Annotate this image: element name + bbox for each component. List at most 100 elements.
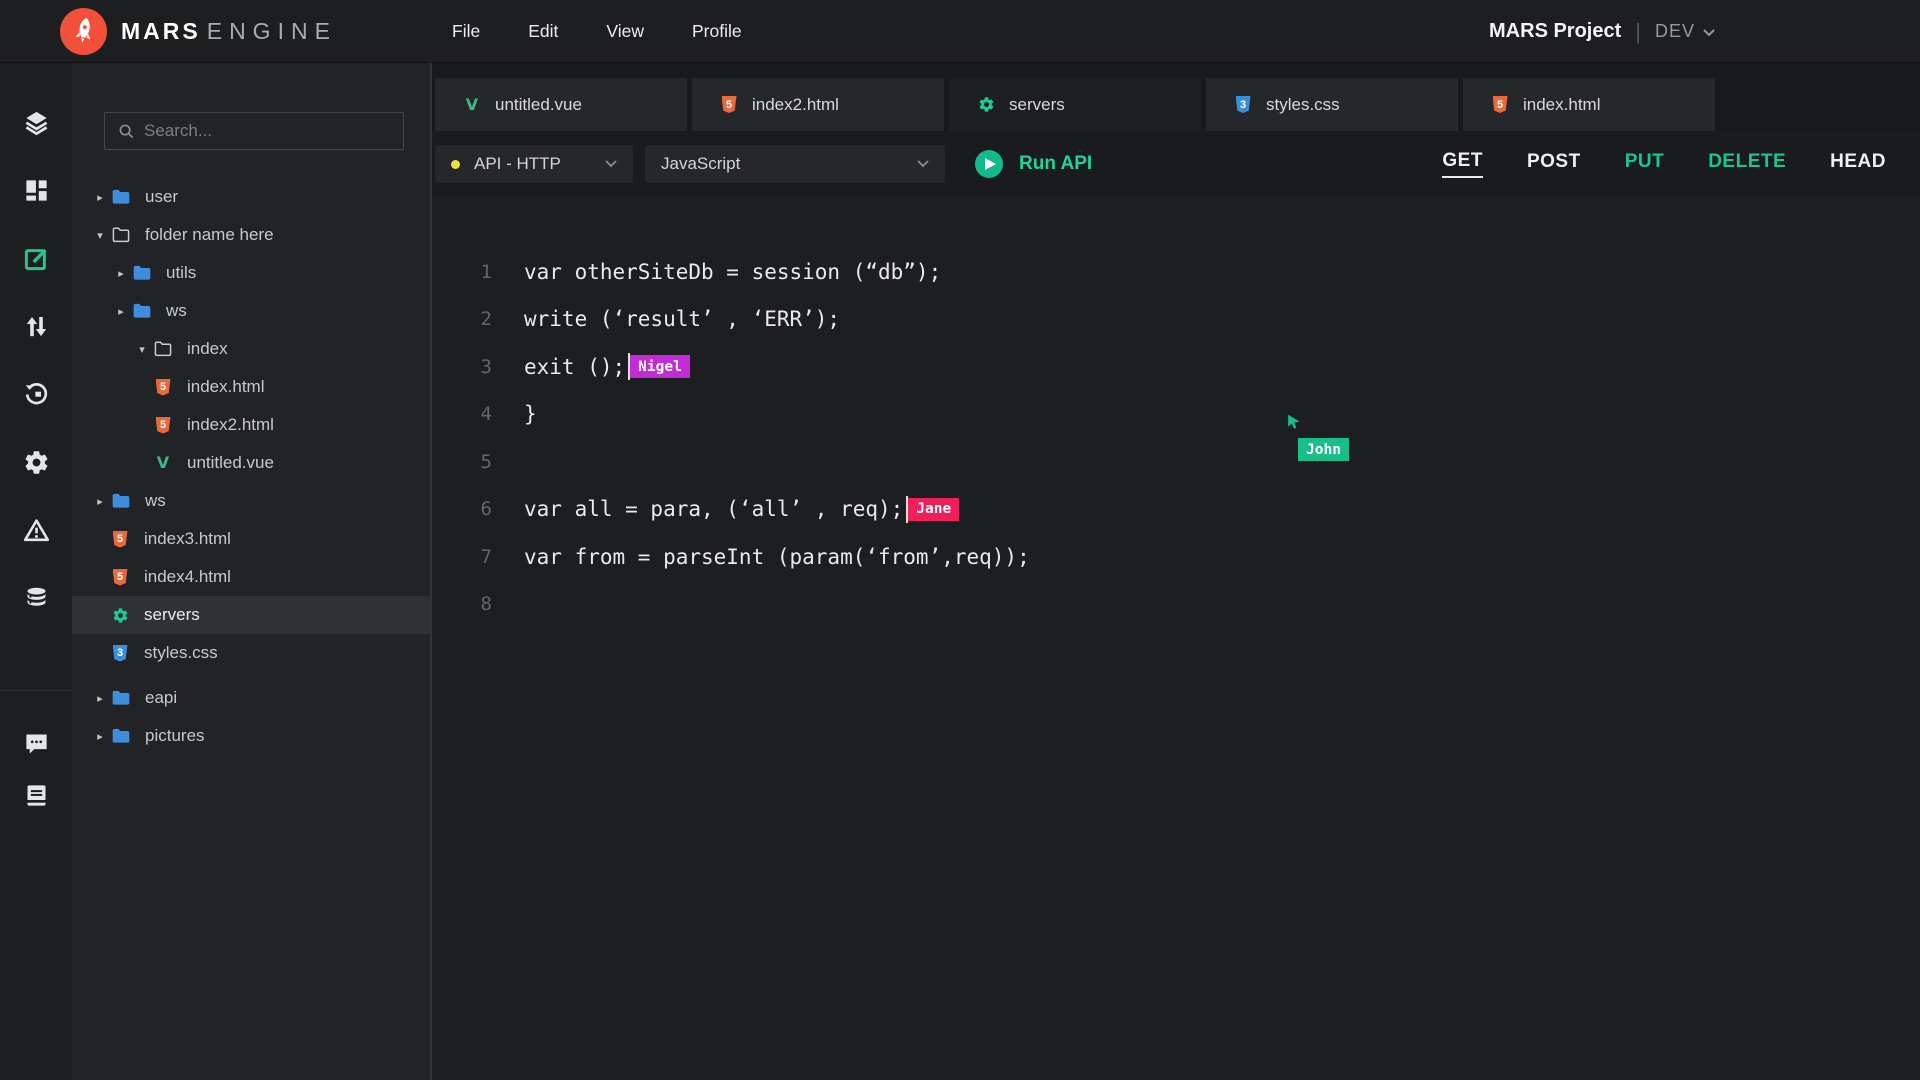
folder-icon [132, 263, 152, 283]
tree-item-index4-html[interactable]: 5 index4.html [72, 558, 430, 596]
gear-icon [977, 96, 995, 114]
tree-item-label: index3.html [144, 529, 231, 549]
chevron-right-icon: ▸ [93, 692, 107, 705]
chevron-down-icon: ▾ [135, 343, 149, 356]
method-put[interactable]: PUT [1625, 151, 1665, 177]
tree-item-folder-name-here[interactable]: ▾ folder name here [72, 216, 430, 254]
html5-icon: 5 [110, 567, 130, 587]
menu-file[interactable]: File [452, 21, 480, 42]
tree-item-index3-html[interactable]: 5 index3.html [72, 520, 430, 558]
search-input[interactable] [144, 121, 384, 141]
chat-icon[interactable] [0, 723, 72, 763]
tab-styles-css[interactable]: 3 styles.css [1206, 78, 1458, 131]
tree-item-label: eapi [145, 688, 177, 708]
project-info: MARS Project | DEV [1489, 0, 1715, 63]
tree-item-label: index2.html [187, 415, 274, 435]
code-line: 6 var all = para, (‘all’ , req); Jane [432, 486, 1920, 534]
vue-icon: V [153, 453, 173, 473]
gear-icon [110, 605, 130, 625]
docs-icon[interactable] [0, 775, 72, 815]
tree-item-styles-css[interactable]: 3 styles.css [72, 634, 430, 672]
history-icon[interactable] [0, 360, 72, 428]
tree-item-ws[interactable]: ▸ ws [72, 482, 430, 520]
language-value: JavaScript [661, 154, 917, 174]
tree-item-index2-html[interactable]: 5 index2.html [72, 406, 430, 444]
layers-icon[interactable] [0, 88, 72, 156]
folder-icon [111, 688, 131, 708]
menu-bar: File Edit View Profile [452, 0, 742, 63]
menu-profile[interactable]: Profile [692, 21, 742, 42]
method-delete[interactable]: DELETE [1708, 151, 1786, 177]
html5-icon: 5 [153, 415, 173, 435]
html5-icon: 5 [153, 377, 173, 397]
tab-servers-active[interactable]: servers [949, 78, 1201, 131]
tab-label: index.html [1523, 95, 1600, 115]
tree-item-label: pictures [145, 726, 205, 746]
search-box[interactable] [104, 112, 404, 150]
method-post[interactable]: POST [1527, 151, 1581, 177]
code-editor[interactable]: 1 var otherSiteDb = session (“db”); 2 wr… [432, 197, 1920, 1080]
user-cursor-john: John [1285, 413, 1303, 436]
folder-icon [111, 187, 131, 207]
tree-item-ws-nested[interactable]: ▸ ws [72, 292, 430, 330]
folder-open-icon [111, 225, 131, 245]
chevron-down-icon [1703, 21, 1715, 42]
code-line: 5 [432, 438, 1920, 486]
tree-item-index-html[interactable]: 5 index.html [72, 368, 430, 406]
tab-untitled-vue[interactable]: V untitled.vue [435, 78, 687, 131]
code-text: var otherSiteDb = session (“db”); [524, 260, 941, 284]
file-tree: ▸ user ▾ folder name here ▸ utils ▸ [72, 178, 430, 755]
brand-name: MARSENGINE [121, 18, 337, 45]
code-area: 1 var otherSiteDb = session (“db”); 2 wr… [432, 197, 1920, 628]
dashboard-icon[interactable] [0, 156, 72, 224]
tree-item-pictures[interactable]: ▸ pictures [72, 717, 430, 755]
tree-item-eapi[interactable]: ▸ eapi [72, 679, 430, 717]
tree-item-utils[interactable]: ▸ utils [72, 254, 430, 292]
code-text: exit (); [524, 355, 625, 379]
menu-edit[interactable]: Edit [528, 21, 558, 42]
user-cursor-jane: Jane [908, 498, 959, 521]
sort-arrows-icon[interactable] [0, 292, 72, 360]
edit-icon-active[interactable] [0, 224, 72, 292]
menu-view[interactable]: View [606, 21, 644, 42]
line-number: 7 [432, 546, 492, 568]
api-type-select[interactable]: API - HTTP [435, 145, 633, 183]
code-line: 4 } [432, 391, 1920, 439]
tree-item-user[interactable]: ▸ user [72, 178, 430, 216]
file-explorer: ▸ user ▾ folder name here ▸ utils ▸ [72, 63, 430, 1080]
user-cursor-john-label: John [1298, 438, 1349, 461]
tab-index-html[interactable]: 5 index.html [1463, 78, 1715, 131]
database-icon[interactable] [0, 564, 72, 632]
language-select[interactable]: JavaScript [645, 145, 945, 183]
tab-bar: V untitled.vue 5 index2.html servers 3 s… [432, 63, 1920, 131]
method-head[interactable]: HEAD [1830, 151, 1886, 177]
html5-icon: 5 [720, 96, 738, 114]
code-text: var all = para, (‘all’ , req); [524, 497, 903, 521]
settings-gear-icon[interactable] [0, 428, 72, 496]
run-api-button[interactable]: Run API [975, 150, 1092, 178]
tree-item-label: folder name here [145, 225, 274, 245]
chevron-down-icon [917, 155, 929, 173]
code-line: 2 write (‘result’ , ‘ERR’); [432, 296, 1920, 344]
line-number: 3 [432, 356, 492, 378]
tree-item-label: ws [145, 491, 166, 511]
code-line: 8 [432, 581, 1920, 629]
brand-light: ENGINE [207, 18, 337, 44]
env-selector[interactable]: DEV [1655, 21, 1715, 42]
tree-item-servers[interactable]: servers [72, 596, 430, 634]
rail-divider [0, 690, 72, 691]
method-get[interactable]: GET [1442, 150, 1483, 178]
tree-item-index-folder[interactable]: ▾ index [72, 330, 430, 368]
vue-icon: V [463, 96, 481, 114]
tab-index2-html[interactable]: 5 index2.html [692, 78, 944, 131]
line-number: 4 [432, 403, 492, 425]
folder-icon [111, 491, 131, 511]
tree-item-untitled-vue[interactable]: V untitled.vue [72, 444, 430, 482]
css3-icon: 3 [110, 643, 130, 663]
code-line: 7 var from = parseInt (param(‘from’,req)… [432, 533, 1920, 581]
line-number: 8 [432, 593, 492, 615]
line-number: 5 [432, 451, 492, 473]
pointer-icon [1285, 413, 1303, 431]
html5-icon: 5 [1491, 96, 1509, 114]
warning-icon[interactable] [0, 496, 72, 564]
